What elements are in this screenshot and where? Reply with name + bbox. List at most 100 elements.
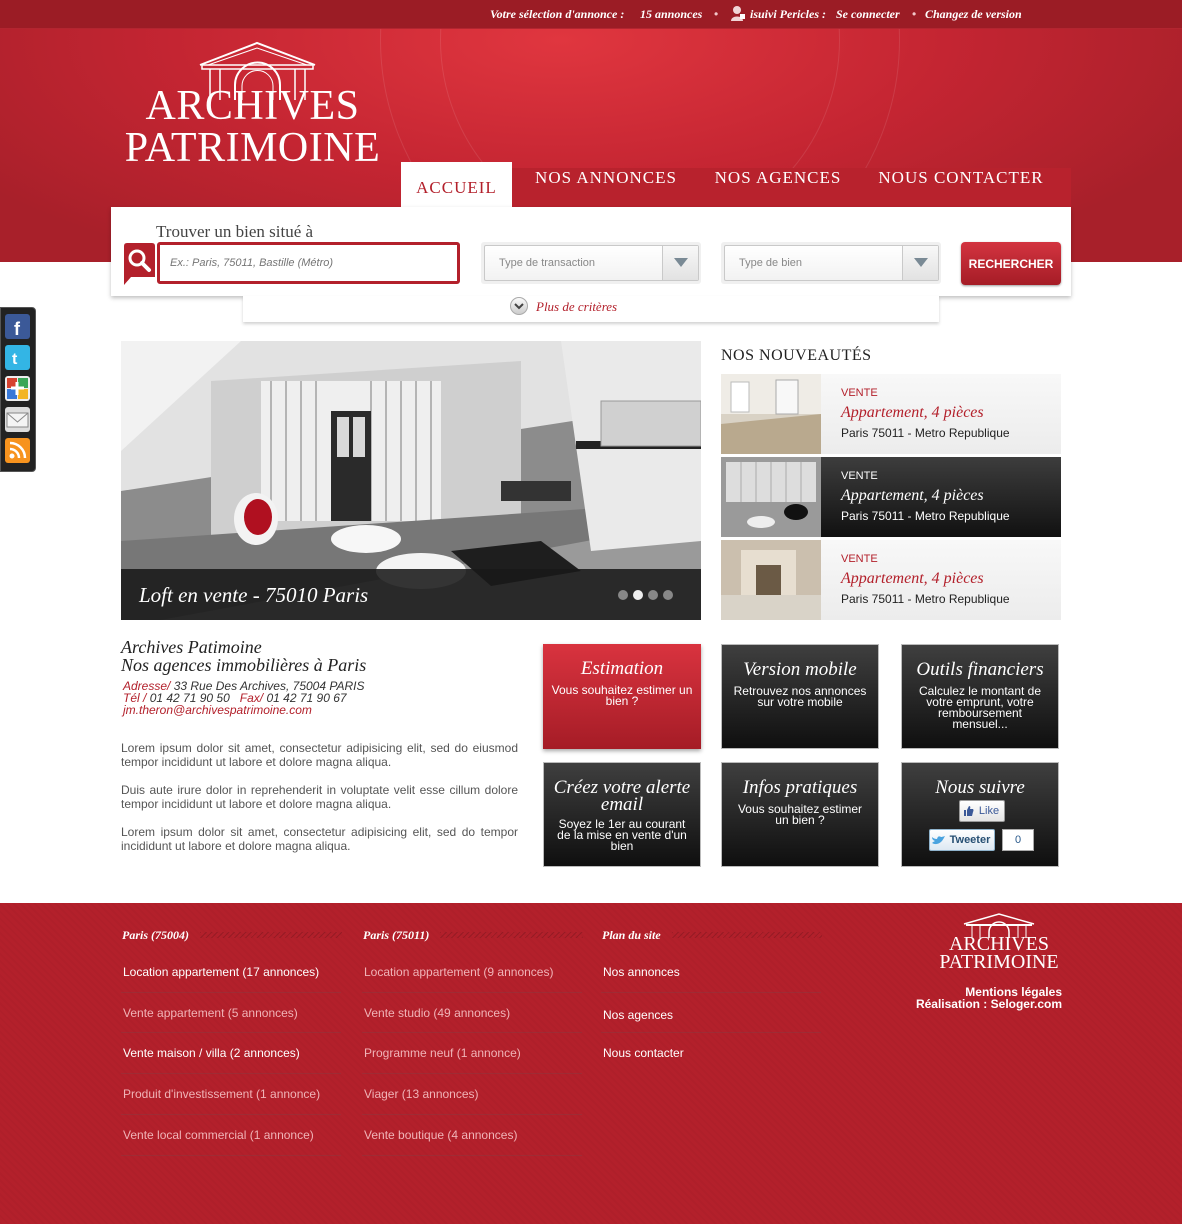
footer-link[interactable]: Nos annonces	[603, 965, 680, 979]
agency-subtitle: Nos agences immobilières à Paris	[121, 655, 367, 675]
footer-logo-line-2: PATRIMOINE	[939, 951, 1059, 973]
footer-divider	[121, 1032, 341, 1033]
slider-dot[interactable]	[618, 590, 628, 600]
news-location: Paris 75011 - Metro Republique	[841, 426, 1010, 440]
social-share-bar: f t	[0, 307, 36, 472]
twitter-icon[interactable]: t	[5, 345, 30, 370]
svg-text:t: t	[12, 351, 18, 368]
realisation-link[interactable]: Réalisation : Seloger.com	[900, 998, 1062, 1010]
site-logo[interactable]: ARCHIVES PATRIMOINE	[120, 40, 385, 170]
news-item[interactable]: VENTE Appartement, 4 pièces Paris 75011 …	[721, 374, 1061, 454]
body-paragraph: Lorem ipsum dolor sit amet, consectetur …	[121, 825, 518, 853]
footer-divider	[601, 1032, 821, 1033]
footer-link[interactable]: Location appartement (9 annonces)	[364, 965, 553, 979]
footer-link[interactable]: Vente boutique (4 annonces)	[364, 1128, 517, 1142]
tile-infos-pratiques[interactable]: Infos pratiques Vous souhaitez estimer u…	[721, 762, 879, 867]
footer-title-hatch	[672, 932, 822, 938]
tile-outils-financiers[interactable]: Outils financiers Calculez le montant de…	[901, 644, 1059, 749]
news-item[interactable]: VENTE Appartement, 4 pièces Paris 75011 …	[721, 457, 1061, 537]
transaction-type-select[interactable]: Type de transaction	[484, 245, 699, 281]
nav-item-accueil[interactable]: ACCUEIL	[401, 162, 512, 207]
footer-logo[interactable]: ARCHIVES PATRIMOINE	[936, 912, 1062, 982]
footer-title-hatch	[200, 932, 342, 938]
footer-link[interactable]: Nous contacter	[603, 1046, 684, 1060]
agency-name: Archives Patimoine	[121, 637, 262, 657]
search-icon	[124, 243, 155, 285]
footer-link[interactable]: Vente appartement (5 annonces)	[123, 1006, 298, 1020]
tile-alerte-email[interactable]: Créez votre alerte email Soyez le 1er au…	[543, 762, 701, 867]
selection-label: Votre sélection d'annonce :	[490, 7, 625, 21]
tile-desc: Vous souhaitez estimer un bien ?	[737, 802, 863, 827]
tile-title: Créez votre alerte email	[553, 777, 691, 815]
hero-caption: Loft en vente - 75010 Paris	[121, 569, 701, 620]
tile-title: Estimation	[580, 658, 664, 679]
news-heading: NOS NOUVEAUTÉS	[721, 347, 872, 364]
footer-divider	[362, 1155, 582, 1156]
footer-col-title: Paris (75004)	[122, 928, 189, 942]
tweet-count: 0	[1002, 829, 1034, 851]
tile-title: Outils financiers	[916, 659, 1044, 680]
footer-link[interactable]: Nos agences	[603, 1008, 673, 1022]
chevron-down-icon	[510, 297, 528, 315]
footer-link[interactable]: Programme neuf (1 annonce)	[364, 1046, 521, 1060]
property-type-select[interactable]: Type de bien	[724, 245, 939, 281]
tile-nous-suivre: Nous suivre Like Tweeter 0	[901, 762, 1059, 867]
facebook-like-button[interactable]: Like	[959, 800, 1005, 822]
transaction-select-wrapper: Type de transaction	[481, 242, 701, 284]
google-plus-icon[interactable]	[5, 376, 30, 401]
nav-item-annonces[interactable]: NOS ANNONCES	[525, 168, 687, 207]
connect-link[interactable]: Se connecter	[836, 7, 900, 22]
news-tag: VENTE	[841, 470, 878, 482]
separator-dot: •	[912, 7, 917, 21]
top-bar: Votre sélection d'annonce : 15 annonces …	[0, 0, 1182, 29]
chevron-down-icon	[902, 246, 938, 280]
body-paragraph: Lorem ipsum dolor sit amet, consectetur …	[121, 741, 518, 769]
news-item[interactable]: VENTE Appartement, 4 pièces Paris 75011 …	[721, 540, 1061, 620]
facebook-icon[interactable]: f	[5, 314, 30, 339]
like-label: Like	[978, 805, 1000, 817]
footer-link[interactable]: Vente studio (49 annonces)	[364, 1006, 510, 1020]
bien-select-wrapper: Type de bien	[721, 242, 941, 284]
footer-col-title: Paris (75011)	[363, 928, 430, 942]
search-button[interactable]: RECHERCHER	[961, 242, 1061, 285]
logo-line-2: PATRIMOINE	[124, 125, 381, 171]
news-thumbnail	[721, 374, 821, 454]
footer-divider	[121, 1155, 341, 1156]
tile-desc: Calculez le montant de votre emprunt, vo…	[918, 684, 1042, 731]
slider-dot-active[interactable]	[633, 590, 643, 600]
slider-dot[interactable]	[648, 590, 658, 600]
change-version-link[interactable]: Changez de version	[925, 7, 1022, 22]
footer-credits: Mentions légales Réalisation : Seloger.c…	[900, 986, 1062, 1010]
footer-link[interactable]: Location appartement (17 annonces)	[123, 965, 319, 979]
footer-divider	[362, 992, 582, 993]
footer-divider	[121, 1073, 341, 1074]
footer-divider	[362, 1114, 582, 1115]
nav-item-agences[interactable]: NOS AGENCES	[705, 168, 851, 207]
email-icon[interactable]	[5, 407, 30, 432]
footer-link[interactable]: Vente maison / villa (2 annonces)	[123, 1046, 300, 1060]
footer-divider	[362, 1073, 582, 1074]
separator-dot: •	[714, 7, 719, 21]
more-criteria-bar[interactable]: Plus de critères	[243, 296, 939, 322]
news-title: Appartement, 4 pièces	[841, 570, 984, 587]
footer-link[interactable]: Vente local commercial (1 annonce)	[123, 1128, 314, 1142]
selection-count-link[interactable]: 15 annonces	[640, 7, 702, 22]
nav-item-contacter[interactable]: NOUS CONTACTER	[868, 168, 1054, 207]
news-location: Paris 75011 - Metro Republique	[841, 592, 1010, 606]
tweet-button[interactable]: Tweeter	[929, 829, 995, 851]
footer-link[interactable]: Produit d'investissement (1 annonce)	[123, 1087, 320, 1101]
user-label: isuivi Pericles :	[750, 7, 826, 21]
footer-link[interactable]: Viager (13 annonces)	[364, 1087, 479, 1101]
rss-icon[interactable]	[5, 438, 30, 463]
news-location: Paris 75011 - Metro Republique	[841, 509, 1010, 523]
body-paragraph: Duis aute irure dolor in reprehenderit i…	[121, 783, 518, 811]
email-link[interactable]: jm.theron@archivespatrimoine.com	[123, 704, 521, 716]
tile-version-mobile[interactable]: Version mobile Retrouvez nos annonces su…	[721, 644, 879, 749]
tile-estimation[interactable]: Estimation Vous souhaitez estimer un bie…	[543, 644, 701, 749]
thumbs-up-icon	[964, 806, 974, 816]
hero-slider[interactable]: Loft en vente - 75010 Paris	[121, 341, 701, 620]
more-criteria-link[interactable]: Plus de critères	[536, 299, 617, 315]
location-search-input[interactable]	[157, 242, 460, 284]
tweet-label: Tweeter	[949, 834, 991, 846]
slider-dot[interactable]	[663, 590, 673, 600]
